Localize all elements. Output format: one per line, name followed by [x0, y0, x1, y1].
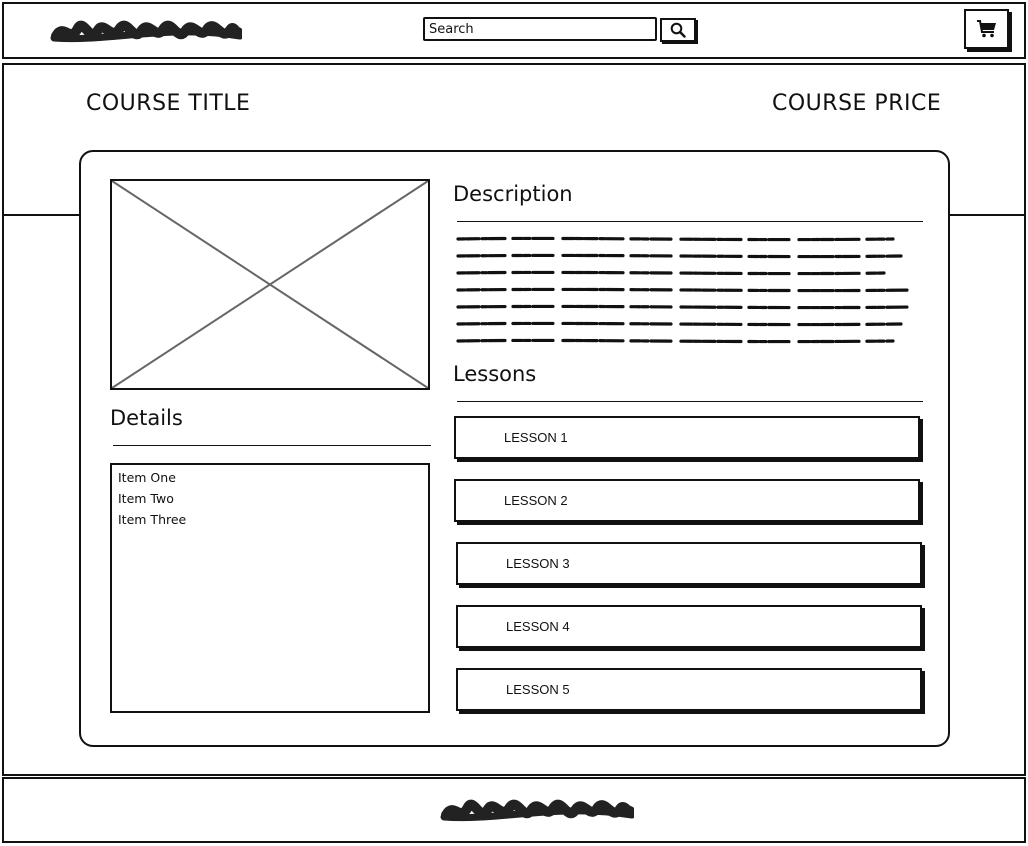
lesson-2-button[interactable]: LESSON 2: [454, 479, 920, 522]
lesson-4-button[interactable]: LESSON 4: [456, 605, 922, 648]
divider: [4, 214, 80, 216]
cart-button[interactable]: [964, 9, 1009, 49]
lesson-5-button[interactable]: LESSON 5: [456, 668, 922, 711]
list-item[interactable]: Item One: [118, 467, 422, 488]
logo-scribble: [50, 20, 242, 43]
search-icon: [670, 22, 686, 38]
details-heading: Details: [110, 406, 183, 430]
course-price: COURSE PRICE: [772, 91, 942, 116]
course-title: COURSE TITLE: [86, 91, 251, 116]
lesson-3-button[interactable]: LESSON 3: [456, 542, 922, 585]
list-item[interactable]: Item Two: [118, 488, 422, 509]
shopping-cart-icon: [976, 20, 996, 38]
search-input[interactable]: [423, 17, 657, 41]
divider: [113, 445, 431, 446]
description-placeholder-text: [456, 236, 917, 344]
search-button[interactable]: [660, 18, 696, 42]
lesson-1-button[interactable]: LESSON 1: [454, 416, 920, 459]
lessons-heading: Lessons: [453, 362, 537, 386]
divider: [457, 221, 923, 222]
details-list[interactable]: Item One Item Two Item Three: [110, 463, 430, 713]
footer-logo-scribble: [440, 799, 634, 822]
description-heading: Description: [453, 182, 573, 206]
list-item[interactable]: Item Three: [118, 509, 422, 530]
divider: [457, 401, 923, 402]
image-placeholder-icon: [112, 181, 428, 388]
divider: [950, 214, 1026, 216]
course-image: [110, 179, 430, 390]
